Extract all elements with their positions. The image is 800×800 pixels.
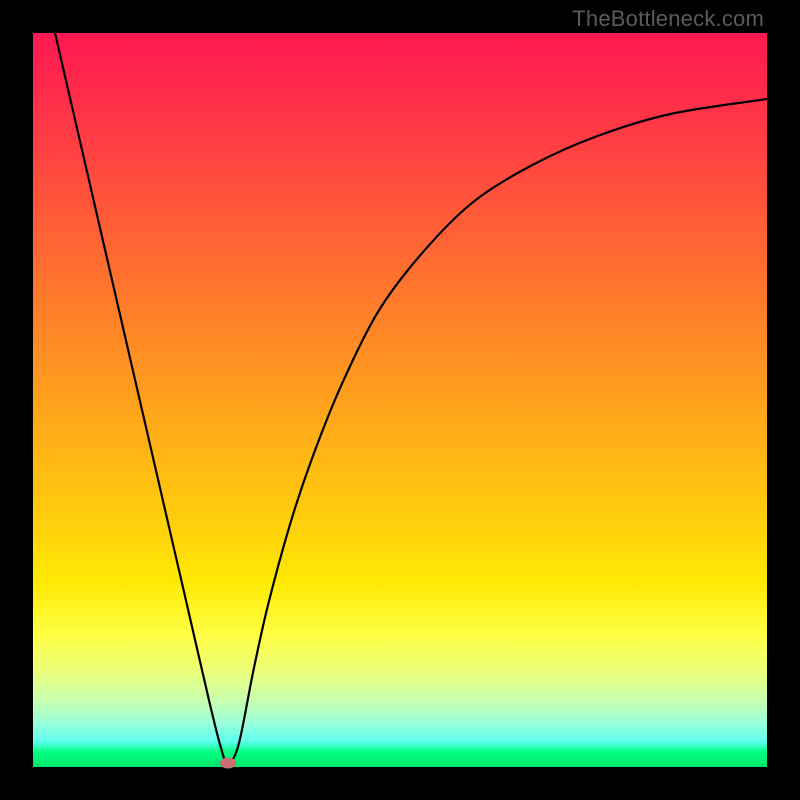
watermark-text: TheBottleneck.com [572,6,764,32]
plot-area [33,33,767,767]
curve-svg [33,33,767,767]
curve-path [55,33,767,763]
chart-frame: TheBottleneck.com [0,0,800,800]
minimum-marker [220,758,236,769]
